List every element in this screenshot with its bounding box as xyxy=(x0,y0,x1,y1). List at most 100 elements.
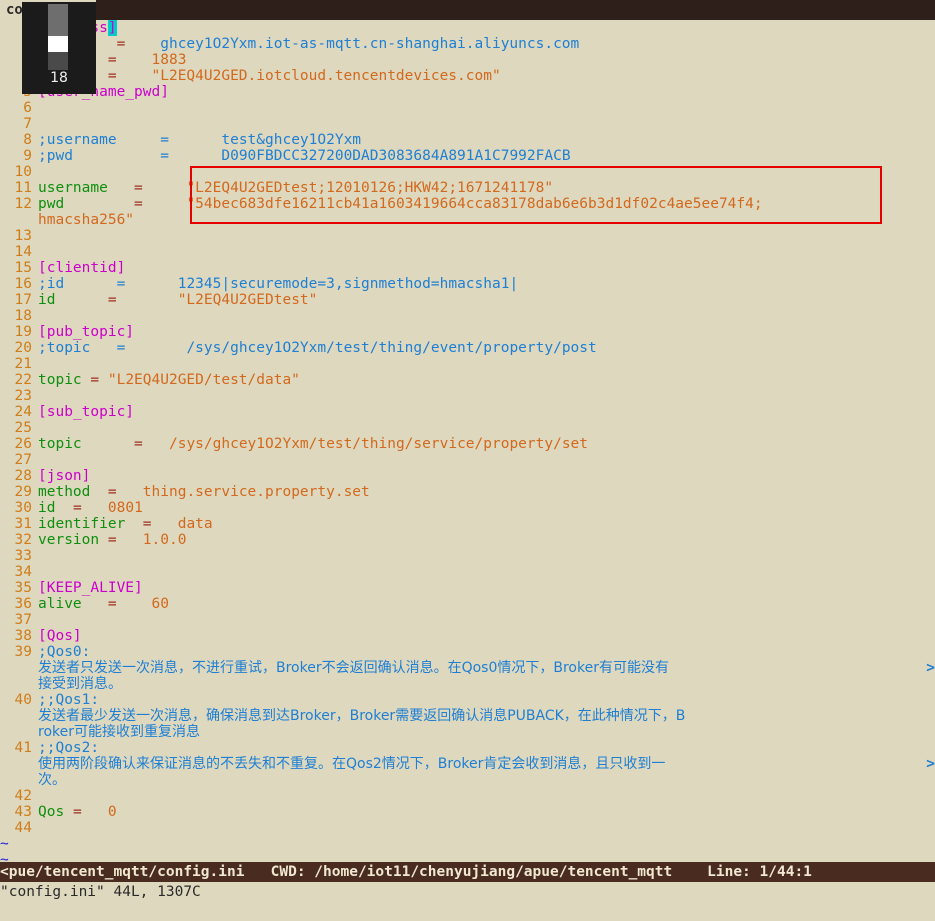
line-number: 42 xyxy=(14,788,32,804)
editor-line[interactable]: 32 version = 1.0.0 xyxy=(0,532,935,548)
editor-line[interactable]: 37 xyxy=(0,612,935,628)
line-number: 28 xyxy=(14,468,32,484)
editor-line[interactable]: 33 xyxy=(0,548,935,564)
editor-line[interactable]: 20 ;topic = /sys/ghcey1O2Yxm/test/thing/e… xyxy=(0,340,935,356)
line-number: 17 xyxy=(14,292,32,308)
editor-line[interactable]: 2host = ghcey1O2Yxm.iot-as-mqtt.cn-shang… xyxy=(0,36,935,52)
editor-line[interactable]: 15 [clientid] xyxy=(0,260,935,276)
editor-line[interactable]: 38 [Qos] xyxy=(0,628,935,644)
status-cwd-label: CWD: xyxy=(270,864,306,880)
tilde-marker: ~ xyxy=(0,852,9,862)
token-eq: = xyxy=(107,292,117,308)
editor-wrapped-line: 使用两阶段确认来保证消息的不丢失和不重复。在Qos2情况下，Broker肯定会收… xyxy=(0,756,935,772)
editor-line[interactable]: 27 xyxy=(0,452,935,468)
token-key: topic xyxy=(38,436,82,452)
editor-line[interactable]: 44 xyxy=(0,820,935,836)
editor-line[interactable]: 42 xyxy=(0,788,935,804)
editor-line[interactable]: 10 xyxy=(0,164,935,180)
line-number: 36 xyxy=(14,596,32,612)
editor-line[interactable]: 25 xyxy=(0,420,935,436)
editor-line[interactable]: 40 ;;Qos1: xyxy=(0,692,935,708)
editor-line[interactable]: 30 id = 0801 xyxy=(0,500,935,516)
editor-line[interactable]: 19 [pub_topic] xyxy=(0,324,935,340)
token-section: [sub_topic] xyxy=(38,404,135,420)
token-comment: 次。 xyxy=(38,772,66,788)
line-content: topic = "L2EQ4U2GED/test/data" xyxy=(38,372,300,388)
editor-line[interactable]: 24 [sub_topic] xyxy=(0,404,935,420)
editor-line[interactable]: 26 topic = /sys/ghcey1O2Yxm/test/thing/se… xyxy=(0,436,935,452)
editor-line[interactable]: 9 ;pwd = D090FBDCC327200DAD3083684A891A1C… xyxy=(0,148,935,164)
line-content: ;topic = /sys/ghcey1O2Yxm/test/thing/eve… xyxy=(38,340,597,356)
editor-line[interactable]: 1[address] xyxy=(0,20,935,36)
line-number: 9 xyxy=(23,148,32,164)
line-number: 8 xyxy=(23,132,32,148)
editor-line[interactable]: 11 username = "L2EQ4U2GEDtest;12010126;HK… xyxy=(0,180,935,196)
token-key: pwd xyxy=(38,196,65,212)
editor-line[interactable]: 43 Qos = 0 xyxy=(0,804,935,820)
token-comment: 发送者只发送一次消息，不进行重试，Broker不会返回确认消息。在Qos0情况下… xyxy=(38,660,669,676)
line-number: 30 xyxy=(14,500,32,516)
line-number: 14 xyxy=(14,244,32,260)
line-number: 38 xyxy=(14,628,32,644)
editor-line[interactable]: 12 pwd = "54bec683dfe16211cb41a1603419664… xyxy=(0,196,935,212)
editor-line[interactable]: 16 ;id = 12345|securemode=3,signmethod=hm… xyxy=(0,276,935,292)
editor-line[interactable]: 28 [json] xyxy=(0,468,935,484)
token-val: "L2EQ4U2GED.iotcloud.tencentdevices.com" xyxy=(151,68,501,84)
token-eq: = xyxy=(72,500,82,516)
line-content: identifier = data xyxy=(38,516,213,532)
line-number: 15 xyxy=(14,260,32,276)
editor-line[interactable]: 35 [KEEP_ALIVE] xyxy=(0,580,935,596)
token-val: thing.service.property.set xyxy=(142,484,370,500)
osd-slider-knob[interactable] xyxy=(48,36,68,52)
editor-line[interactable]: 4host = "L2EQ4U2GED.iotcloud.tencentdevi… xyxy=(0,68,935,84)
token-val: 1.0.0 xyxy=(142,532,187,548)
token-section: [clientid] xyxy=(38,260,126,276)
editor-line[interactable]: 39 ;Qos0: xyxy=(0,644,935,660)
line-content: [Qos] xyxy=(38,628,82,644)
token-eq: = xyxy=(107,596,117,612)
editor-line[interactable]: 31 identifier = data xyxy=(0,516,935,532)
token-section: [json] xyxy=(38,468,91,484)
line-number: 44 xyxy=(14,820,32,836)
line-number: 24 xyxy=(14,404,32,420)
vim-command-line[interactable]: "config.ini" 44L, 1307C xyxy=(0,882,935,902)
editor-line[interactable]: 18 xyxy=(0,308,935,324)
line-content: ;;Qos1: xyxy=(38,692,99,708)
editor-line[interactable]: 29 method = thing.service.property.set xyxy=(0,484,935,500)
editor-line[interactable]: 3port = 1883 xyxy=(0,52,935,68)
editor-line[interactable]: 34 xyxy=(0,564,935,580)
editor-wrapped-line: 次。 xyxy=(0,772,935,788)
editor-line[interactable]: 13 xyxy=(0,228,935,244)
editor-line[interactable]: 14 xyxy=(0,244,935,260)
token-comment: 12345|securemode=3,signmethod=hmacsha1| xyxy=(177,276,519,292)
editor-line[interactable]: 17 id = "L2EQ4U2GEDtest" xyxy=(0,292,935,308)
token-section: [KEEP_ALIVE] xyxy=(38,580,143,596)
window-titlebar: config.ini xyxy=(0,0,935,20)
editor-text-area[interactable]: 1[address]2host = ghcey1O2Yxm.iot-as-mqt… xyxy=(0,20,935,862)
editor-line[interactable]: 22 topic = "L2EQ4U2GED/test/data" xyxy=(0,372,935,388)
line-content: [KEEP_ALIVE] xyxy=(38,580,143,596)
editor-line[interactable]: 6 xyxy=(0,100,935,116)
token-eq: = xyxy=(107,52,117,68)
editor-line[interactable]: 5[user_name_pwd] xyxy=(0,84,935,100)
editor-wrapped-line: 接受到消息。 xyxy=(0,676,935,692)
editor-line[interactable]: 36 alive = 60 xyxy=(0,596,935,612)
editor-line[interactable]: 7 xyxy=(0,116,935,132)
editor-line[interactable]: 41 ;;Qos2: xyxy=(0,740,935,756)
editor-line[interactable]: 21 xyxy=(0,356,935,372)
editor-line[interactable]: 23 xyxy=(0,388,935,404)
token-comment: ghcey1O2Yxm.iot-as-mqtt.cn-shanghai.aliy… xyxy=(160,36,580,52)
vim-editor-window: config.ini 1[address]2host = ghcey1O2Yxm… xyxy=(0,0,935,921)
editor-line[interactable]: 8 ;username = test&ghcey1O2Yxm xyxy=(0,132,935,148)
token-comment: ;Qos0: xyxy=(38,644,91,660)
